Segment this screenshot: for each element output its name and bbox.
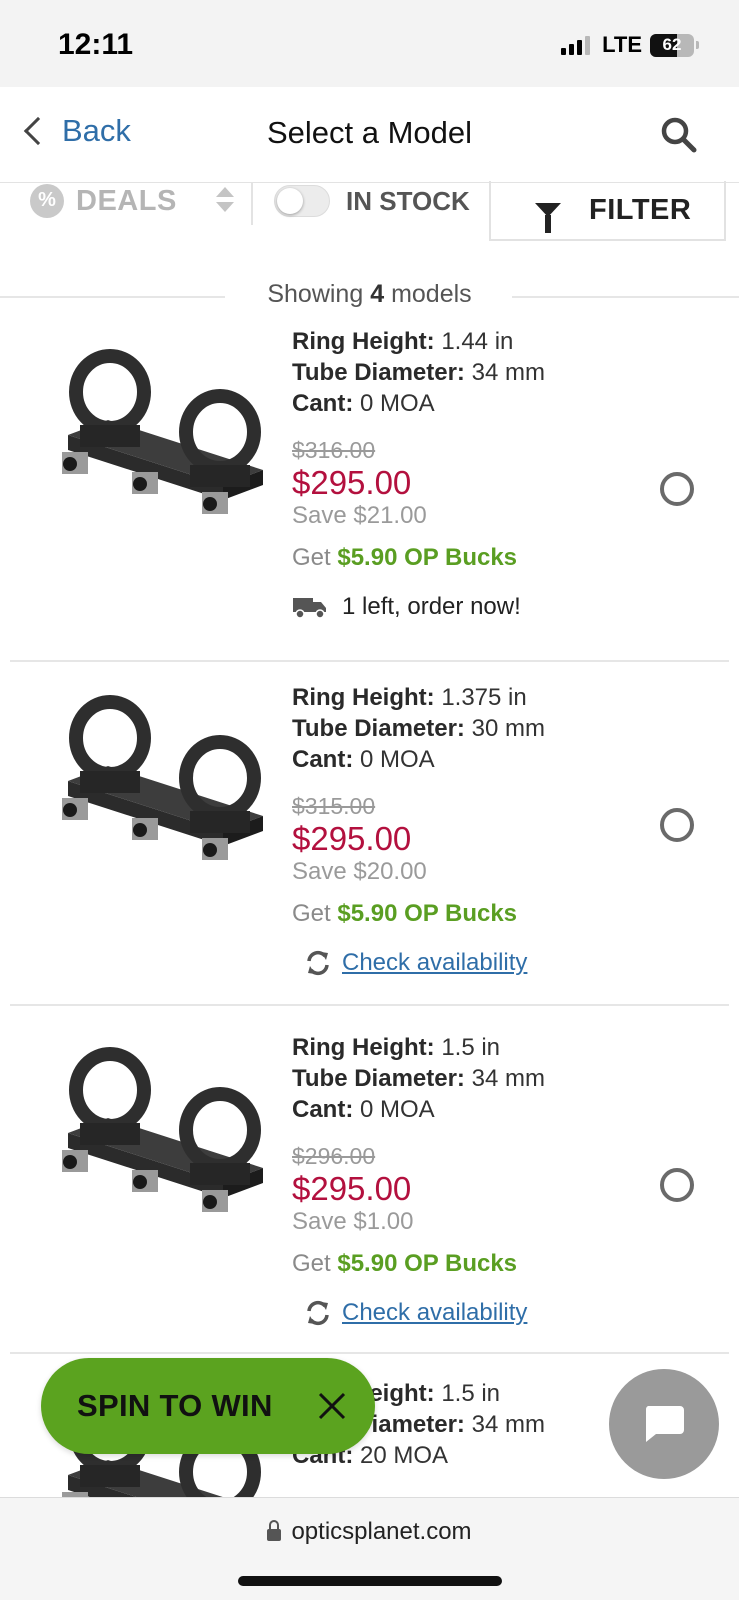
filter-icon xyxy=(535,203,561,233)
results-count-text: Showing 4 models xyxy=(0,280,739,309)
product-details: Ring Height: 1.5 in Tube Diameter: 34 mm… xyxy=(292,1032,672,1327)
results-count: Showing 4 models xyxy=(0,278,739,314)
savings: Save $1.00 xyxy=(292,1208,414,1235)
browser-url-bar: opticsplanet.com xyxy=(0,1497,739,1600)
search-button[interactable] xyxy=(659,115,699,155)
product-item[interactable]: Ring Height: 1.44 in Tube Diameter: 34 m… xyxy=(10,320,729,662)
product-item[interactable]: Ring Height: 1.5 in Tube Diameter: 34 mm… xyxy=(10,1012,729,1354)
battery-level: 62 xyxy=(662,35,682,54)
truck-icon xyxy=(293,598,326,619)
savings: Save $21.00 xyxy=(292,502,427,529)
status-bar: 12:11 LTE 62 xyxy=(0,0,739,87)
original-price: $296.00 xyxy=(292,1143,376,1169)
toggle-switch[interactable] xyxy=(274,185,330,217)
availability: Check availability xyxy=(292,949,672,977)
url-text: opticsplanet.com xyxy=(291,1518,472,1545)
tube-diameter: Tube Diameter: 34 mm xyxy=(292,359,545,386)
close-icon[interactable] xyxy=(317,1391,347,1421)
stock-status-text: 1 left, order now! xyxy=(342,593,521,620)
radio-icon[interactable] xyxy=(660,808,694,842)
signal-icon xyxy=(561,35,591,55)
deals-icon xyxy=(30,184,64,218)
filter-bar: DEALS IN STOCK FILTER xyxy=(0,181,739,245)
cant: Cant: 0 MOA xyxy=(292,1096,435,1123)
lock-icon xyxy=(267,1520,282,1541)
sale-price: $295.00 xyxy=(292,820,412,857)
check-availability-link[interactable]: Check availability xyxy=(342,949,527,977)
cant: Cant: 0 MOA xyxy=(292,390,435,417)
chat-icon xyxy=(645,1406,684,1442)
refresh-icon xyxy=(307,1300,329,1326)
check-availability-link[interactable]: Check availability xyxy=(342,1299,527,1327)
savings: Save $20.00 xyxy=(292,858,427,885)
op-bucks: Get $5.90 OP Bucks xyxy=(292,544,518,571)
page-title: Select a Model xyxy=(266,115,473,150)
ring-height: Ring Height: 1.375 in xyxy=(292,684,527,711)
op-bucks: Get $5.90 OP Bucks xyxy=(292,1250,518,1277)
original-price: $316.00 xyxy=(292,437,376,463)
chat-button[interactable] xyxy=(609,1369,719,1479)
network-label: LTE xyxy=(602,32,642,57)
sale-price: $295.00 xyxy=(292,1170,412,1207)
in-stock-toggle[interactable]: IN STOCK xyxy=(274,183,470,219)
sale-price: $295.00 xyxy=(292,464,412,501)
stock-status: 1 left, order now! xyxy=(292,593,672,621)
product-image xyxy=(48,340,278,530)
product-item[interactable]: Ring Height: 1.375 in Tube Diameter: 30 … xyxy=(10,664,729,1006)
sort-icon[interactable] xyxy=(216,187,234,217)
radio-icon[interactable] xyxy=(660,1168,694,1202)
product-image xyxy=(48,1038,278,1228)
status-indicators: LTE 62 xyxy=(561,32,699,58)
filter-divider xyxy=(251,183,253,225)
filter-label: FILTER xyxy=(589,193,692,226)
radio-icon[interactable] xyxy=(660,472,694,506)
deals-sort-button[interactable]: DEALS xyxy=(30,183,177,219)
deals-label: DEALS xyxy=(76,184,177,217)
availability: Check availability xyxy=(292,1299,672,1327)
results-suffix: models xyxy=(391,280,472,308)
battery-icon: 62 xyxy=(650,33,694,57)
ring-height: Ring Height: 1.5 in xyxy=(292,1034,501,1061)
in-stock-label: IN STOCK xyxy=(346,185,470,216)
filter-button[interactable]: FILTER xyxy=(489,181,726,241)
nav-header: Back Select a Model xyxy=(0,87,739,183)
status-time: 12:11 xyxy=(58,28,134,61)
ring-height: Ring Height: 1.44 in xyxy=(292,328,514,355)
divider-line xyxy=(512,296,739,298)
product-details: Ring Height: 1.44 in Tube Diameter: 34 m… xyxy=(292,326,672,621)
op-bucks: Get $5.90 OP Bucks xyxy=(292,900,518,927)
tube-diameter: Tube Diameter: 34 mm xyxy=(292,1065,545,1092)
spin-to-win-label: SPIN TO WIN xyxy=(77,1388,273,1423)
url-display[interactable]: opticsplanet.com xyxy=(0,1518,739,1546)
product-details: Ring Height: 1.375 in Tube Diameter: 30 … xyxy=(292,682,672,977)
search-icon xyxy=(661,117,697,153)
results-prefix: Showing xyxy=(267,280,364,308)
original-price: $315.00 xyxy=(292,793,376,819)
spin-to-win-button[interactable]: SPIN TO WIN xyxy=(41,1358,375,1454)
product-image xyxy=(48,686,278,876)
results-number: 4 xyxy=(370,280,385,308)
cant: Cant: 0 MOA xyxy=(292,746,435,773)
home-indicator[interactable] xyxy=(238,1576,502,1586)
battery-tip xyxy=(696,41,699,49)
refresh-icon xyxy=(307,950,329,976)
tube-diameter: Tube Diameter: 30 mm xyxy=(292,715,545,742)
